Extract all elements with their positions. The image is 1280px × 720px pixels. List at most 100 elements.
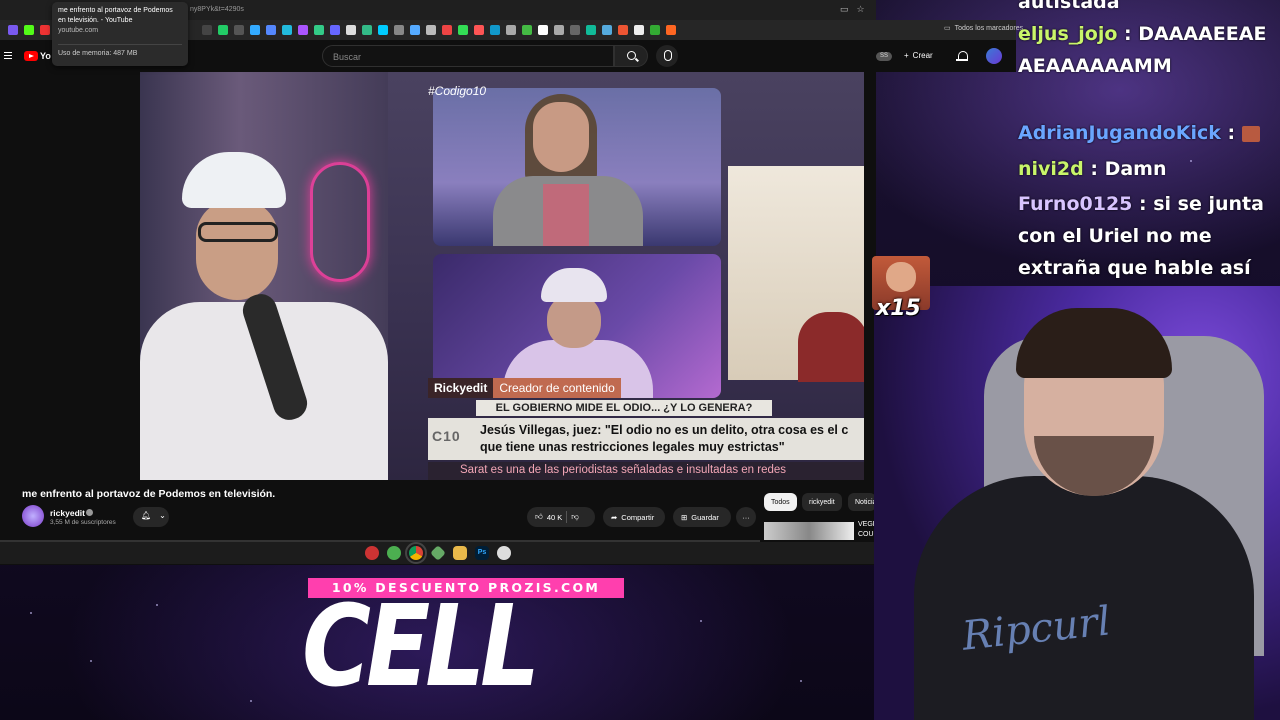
bookmark-icon[interactable] (586, 25, 596, 35)
reaction-streamer-frame (140, 72, 388, 480)
bookmark-icon[interactable] (314, 25, 324, 35)
neon-light-decoration (310, 162, 370, 282)
filter-chip-all[interactable]: Todos (764, 493, 797, 511)
search-button[interactable] (614, 45, 648, 67)
bookmark-icon[interactable] (202, 25, 212, 35)
like-count[interactable]: 40 K (547, 513, 562, 522)
bookmark-icon[interactable] (330, 25, 340, 35)
star-bookmark-icon[interactable]: ☆ (857, 4, 865, 15)
streamer-hair (1016, 308, 1172, 378)
create-label: Crear (912, 51, 933, 60)
search-icon (627, 51, 636, 60)
tv-hashtag: #Codigo10 (428, 84, 487, 98)
guest-face (547, 294, 601, 348)
folder-icon[interactable] (453, 546, 467, 560)
address-fragment[interactable]: ny8PYk&t=4290s (190, 6, 244, 13)
bookmark-icon[interactable] (506, 25, 516, 35)
app-taskbar-icon[interactable] (497, 546, 511, 560)
app-taskbar-icon[interactable] (365, 546, 379, 560)
bookmark-icon[interactable] (442, 25, 452, 35)
bookmark-icon[interactable] (426, 25, 436, 35)
dislike-icon[interactable]: 👎︎ (571, 512, 579, 522)
tab-hover-url: youtube.com (58, 27, 99, 34)
star-decoration (700, 620, 702, 622)
channel-name[interactable]: rickyedit (50, 508, 85, 518)
bookmark-icon[interactable] (490, 25, 500, 35)
create-button[interactable]: + Crear (904, 51, 933, 60)
app-taskbar-icon[interactable] (430, 545, 446, 561)
host-face (533, 102, 589, 172)
tv-quote-box: C10 Jesús Villegas, juez: "El odio no es… (428, 418, 864, 460)
subscription-bell-button[interactable]: 🔔︎ ⌄ (133, 507, 169, 527)
screenshot-icon[interactable]: ▭ (840, 4, 849, 15)
youtube-logo-text[interactable]: Yo (40, 51, 51, 61)
bookmark-icon[interactable] (250, 25, 260, 35)
streamer-hoodie (914, 476, 1254, 720)
bookmark-icon[interactable] (282, 25, 292, 35)
chat-text: autistada (1018, 0, 1120, 13)
filter-chip-news[interactable]: Noticias (848, 493, 876, 511)
save-button[interactable]: ⊞ Guardar (673, 507, 731, 527)
host-shirt (543, 184, 589, 246)
avatar[interactable] (986, 48, 1002, 64)
bookmark-icon[interactable] (650, 25, 660, 35)
chrome-icon[interactable] (405, 542, 427, 564)
role-tag: Creador de contenido (493, 378, 621, 398)
youtube-logo-icon[interactable] (24, 51, 38, 61)
bookmark-icon[interactable] (394, 25, 404, 35)
bookmark-icon[interactable] (362, 25, 372, 35)
bookmark-icon[interactable] (40, 25, 50, 35)
notifications-bell-icon[interactable] (956, 50, 968, 62)
search-input[interactable]: Buscar (322, 45, 614, 67)
bookmark-icon[interactable] (218, 25, 228, 35)
bookmark-icon[interactable] (538, 25, 548, 35)
photoshop-icon[interactable]: Ps (475, 546, 489, 560)
bookmark-icon[interactable] (346, 25, 356, 35)
bell-icon: 🔔︎ (141, 511, 152, 520)
stream-canvas: ny8PYk&t=4290s ▭ ☆ me enfrento al portav… (0, 0, 1280, 720)
bookmark-icon[interactable] (634, 25, 644, 35)
bookmark-icon[interactable] (234, 25, 244, 35)
tv-panel-host (433, 88, 721, 246)
chat-username: Furno0125 (1018, 193, 1133, 215)
bookmark-icon[interactable] (266, 25, 276, 35)
bookmark-icon[interactable] (474, 25, 484, 35)
bookmark-icon[interactable] (24, 25, 34, 35)
chat-emote-icon (1241, 125, 1260, 142)
channel-avatar[interactable] (22, 505, 44, 527)
chat-text: Damn (1104, 158, 1167, 180)
browser-toolbar: ▭ ☆ (840, 4, 865, 15)
filter-chip-channel[interactable]: rickyedit (802, 493, 842, 511)
like-icon[interactable]: 👍︎ (535, 512, 543, 522)
all-bookmarks-folder[interactable]: ▭ Todos los marcadores (944, 24, 1023, 33)
bookmark-icon[interactable] (8, 25, 18, 35)
bookmark-icon[interactable] (410, 25, 420, 35)
chat-message: AdrianJugandoKick : (1018, 117, 1276, 149)
streamer-webcam: Ripcurl (874, 286, 1280, 720)
bookmark-icon[interactable] (602, 25, 612, 35)
verified-icon (86, 509, 93, 516)
voice-search-icon[interactable] (656, 45, 678, 67)
bookmark-icon[interactable] (298, 25, 308, 35)
star-decoration (156, 604, 158, 606)
bookmark-icon[interactable] (522, 25, 532, 35)
app-taskbar-icon[interactable] (387, 546, 401, 560)
star-decoration (800, 680, 802, 682)
bookmark-icon[interactable] (618, 25, 628, 35)
tv-quote: Jesús Villegas, juez: "El odio no es un … (480, 422, 860, 456)
recommendation-thumbnail[interactable] (764, 522, 854, 540)
chat-message: nivi2d : Damn (1018, 158, 1167, 180)
bookmark-icon[interactable] (554, 25, 564, 35)
emote-combo-count: x15 (876, 296, 921, 321)
bookmark-icon[interactable] (570, 25, 580, 35)
menu-icon[interactable] (4, 52, 12, 59)
more-actions-button[interactable]: ··· (736, 507, 756, 527)
bookmark-icon[interactable] (458, 25, 468, 35)
bookmark-icon[interactable] (378, 25, 388, 35)
ss-badge[interactable]: SS (876, 52, 892, 61)
chat-username: nivi2d (1018, 158, 1084, 180)
video-player[interactable]: #Codigo10 Rickyedit Creador de contenido… (140, 72, 864, 480)
quote-line: que tiene unas restricciones legales muy… (480, 440, 785, 454)
bookmark-icon[interactable] (666, 25, 676, 35)
share-button[interactable]: ➦ Compartir (603, 507, 665, 527)
